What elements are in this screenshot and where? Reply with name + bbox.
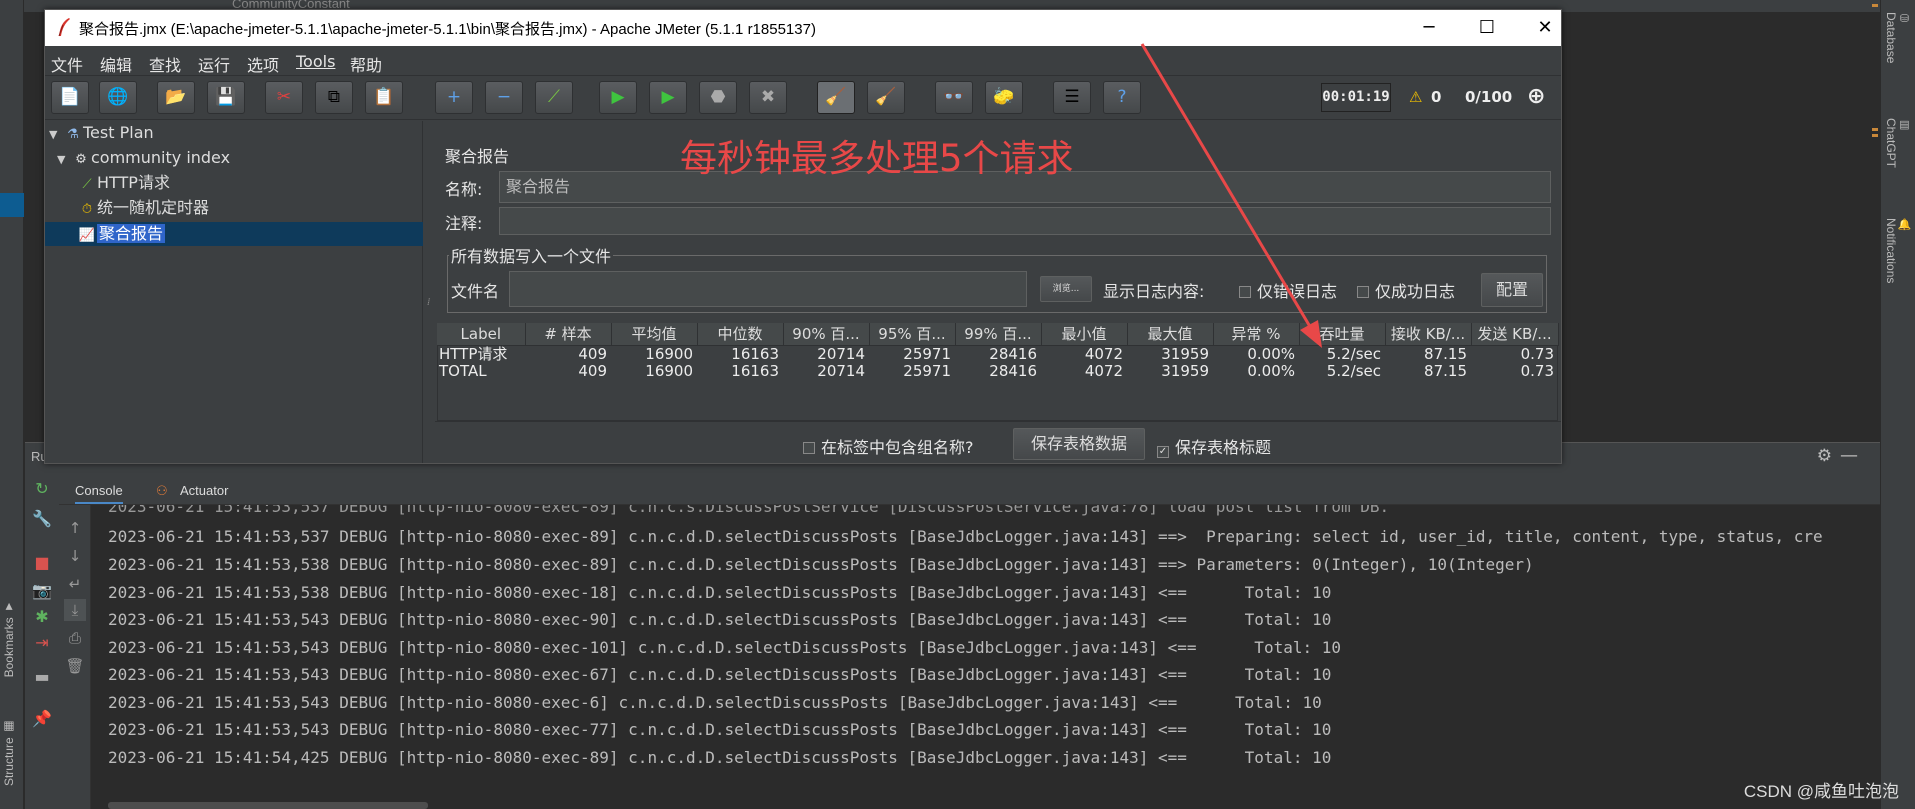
screen: { "ide": { "top_tab": "CommunityConstant…	[0, 0, 1915, 809]
annotation-arrow-icon	[1140, 43, 1322, 348]
